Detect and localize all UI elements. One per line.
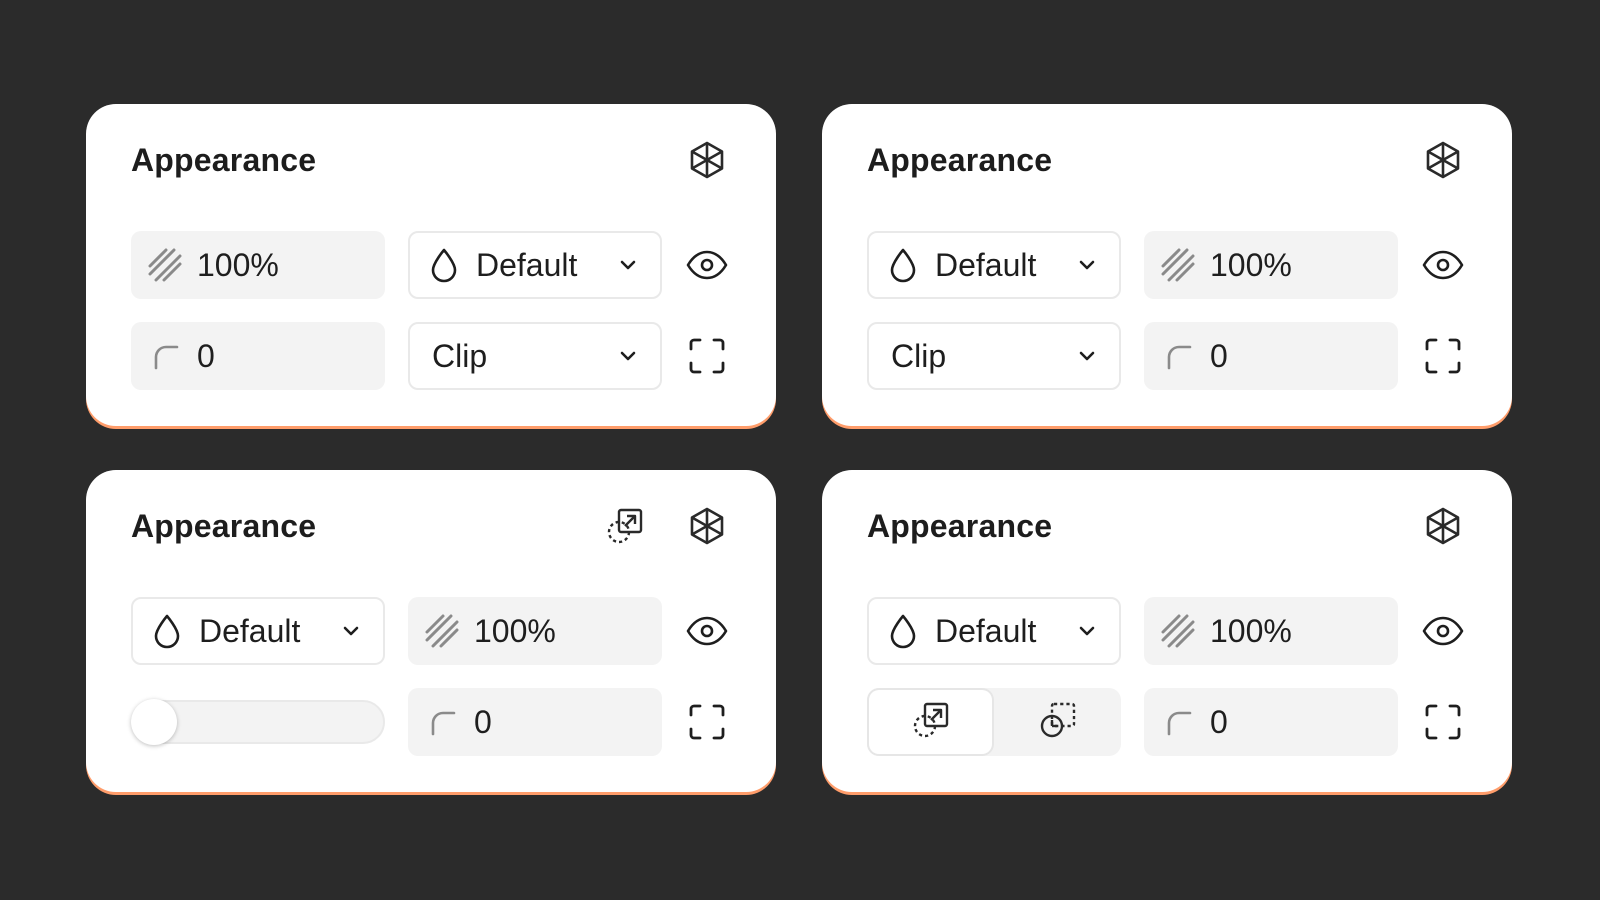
blend-mode-select[interactable]: Default — [408, 231, 662, 299]
blend-mode-value: Default — [935, 246, 1037, 283]
fullscreen-corners-icon[interactable] — [1421, 334, 1465, 378]
chevron-down-icon — [616, 253, 640, 277]
corner-radius-icon — [1160, 704, 1196, 740]
blend-mode-value: Default — [935, 612, 1037, 649]
corner-radius-field[interactable]: 0 — [1144, 322, 1398, 390]
appearance-panel-1: Appearance 100% Default 0 Clip — [86, 104, 776, 426]
opacity-field[interactable]: 100% — [1144, 231, 1398, 299]
opacity-value: 100% — [474, 612, 556, 649]
panel-title: Appearance — [867, 142, 1053, 178]
appearance-panel-2: Appearance Default 100% Clip 0 — [822, 104, 1512, 426]
corner-radius-icon — [147, 338, 183, 374]
drop-icon — [149, 613, 185, 649]
segment-clip-hidden[interactable] — [996, 690, 1119, 754]
eye-icon[interactable] — [1421, 609, 1465, 653]
corner-radius-icon — [1160, 338, 1196, 374]
corner-radius-value: 0 — [474, 703, 492, 740]
corner-radius-value: 0 — [197, 337, 215, 374]
blend-mode-select[interactable]: Default — [131, 597, 385, 665]
drop-icon — [885, 247, 921, 283]
segment-clip-content[interactable] — [869, 690, 992, 754]
appearance-panel-4: Appearance Default 100% 0 — [822, 470, 1512, 792]
opacity-value: 100% — [197, 246, 279, 283]
corner-radius-value: 0 — [1210, 337, 1228, 374]
clip-segmented-control — [867, 688, 1121, 756]
overflow-select[interactable]: Clip — [867, 322, 1121, 390]
overflow-value: Clip — [891, 337, 947, 374]
slider-thumb[interactable] — [131, 699, 177, 745]
panel-title: Appearance — [867, 508, 1053, 544]
corner-radius-field[interactable]: 0 — [408, 688, 662, 756]
blend-mode-value: Default — [199, 612, 301, 649]
panel-title: Appearance — [131, 142, 317, 178]
variables-icon[interactable] — [685, 138, 729, 182]
overflow-select[interactable]: Clip — [408, 322, 662, 390]
opacity-field[interactable]: 100% — [131, 231, 385, 299]
fullscreen-corners-icon[interactable] — [685, 700, 729, 744]
drop-icon — [885, 613, 921, 649]
eye-icon[interactable] — [1421, 243, 1465, 287]
corner-radius-field[interactable]: 0 — [1144, 688, 1398, 756]
corner-radius-field[interactable]: 0 — [131, 322, 385, 390]
clip-content-icon — [911, 700, 951, 745]
variables-icon[interactable] — [1421, 504, 1465, 548]
appearance-panel-3: Appearance Default 100% 0 — [86, 470, 776, 792]
blend-mode-select[interactable]: Default — [867, 597, 1121, 665]
blend-mode-value: Default — [476, 246, 578, 283]
opacity-field[interactable]: 100% — [408, 597, 662, 665]
opacity-value: 100% — [1210, 246, 1292, 283]
chevron-down-icon — [339, 619, 363, 643]
fullscreen-corners-icon[interactable] — [685, 334, 729, 378]
chevron-down-icon — [616, 344, 640, 368]
corner-radius-icon — [424, 704, 460, 740]
eye-icon[interactable] — [685, 609, 729, 653]
chevron-down-icon — [1075, 253, 1099, 277]
hatch-opacity-icon — [1160, 247, 1196, 283]
clip-content-icon[interactable] — [603, 504, 647, 548]
opacity-field[interactable]: 100% — [1144, 597, 1398, 665]
hatch-opacity-icon — [147, 247, 183, 283]
eye-icon[interactable] — [685, 243, 729, 287]
corner-radius-value: 0 — [1210, 703, 1228, 740]
clip-toggle-slider[interactable] — [131, 699, 385, 745]
fullscreen-corners-icon[interactable] — [1421, 700, 1465, 744]
variables-icon[interactable] — [685, 504, 729, 548]
hatch-opacity-icon — [1160, 613, 1196, 649]
hatch-opacity-icon — [424, 613, 460, 649]
blend-mode-select[interactable]: Default — [867, 231, 1121, 299]
drop-icon — [426, 247, 462, 283]
opacity-value: 100% — [1210, 612, 1292, 649]
chevron-down-icon — [1075, 619, 1099, 643]
variables-icon[interactable] — [1421, 138, 1465, 182]
panel-title: Appearance — [131, 508, 317, 544]
chevron-down-icon — [1075, 344, 1099, 368]
overflow-value: Clip — [432, 337, 488, 374]
clip-hidden-icon — [1038, 700, 1078, 745]
